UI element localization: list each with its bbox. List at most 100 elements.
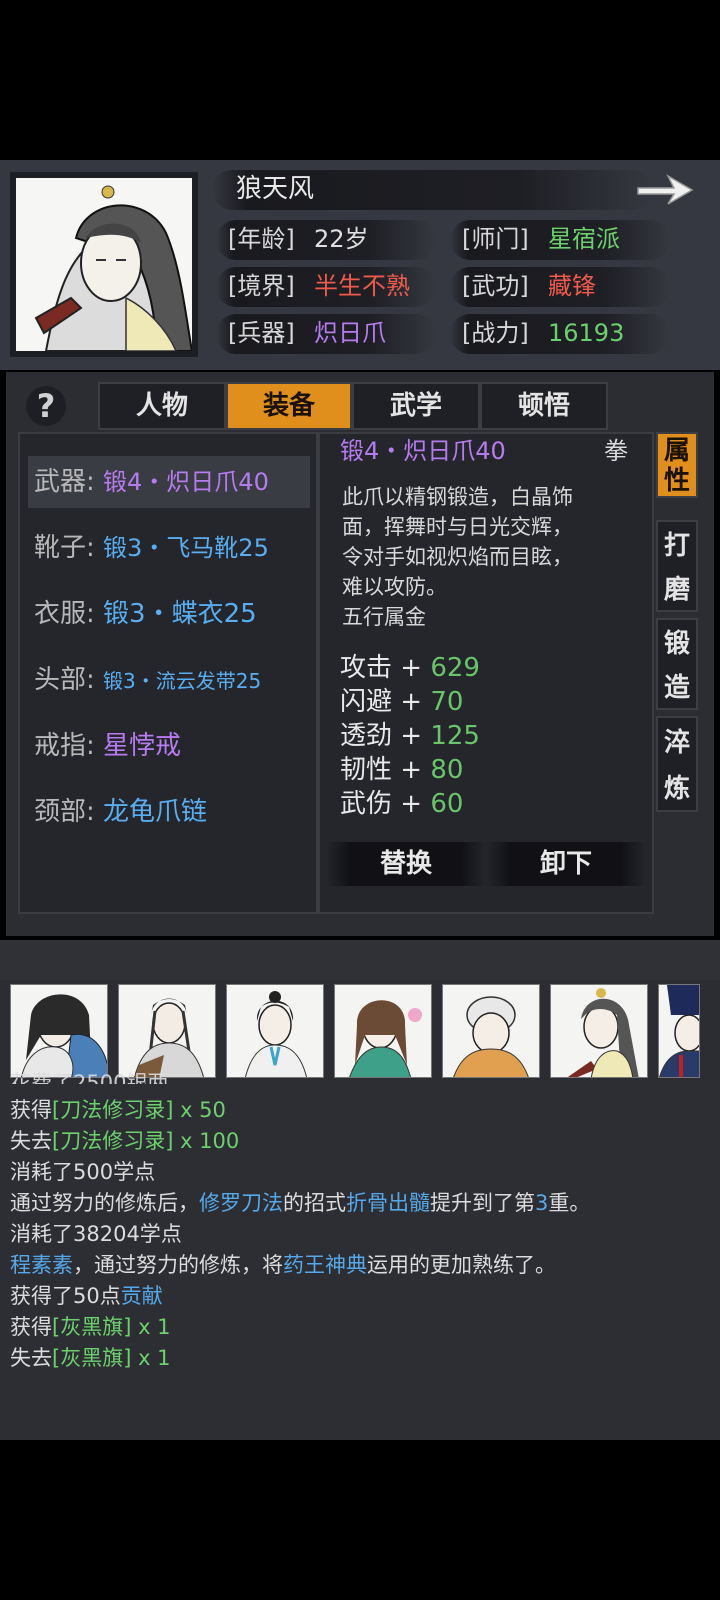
equip-slot-boots[interactable]: 靴子: 锻3・飞马靴25 [28, 522, 310, 574]
tab-enlightenment[interactable]: 顿悟 [480, 382, 608, 430]
log-item: [灰黑旗] [52, 1315, 132, 1339]
party-member-portrait[interactable] [118, 984, 216, 1078]
character-portrait[interactable] [16, 178, 192, 351]
equip-slot-ring[interactable]: 戒指: 星悖戒 [28, 720, 310, 772]
slot-item: 锻3・蝶衣25 [103, 599, 257, 629]
log-count: x 1 [131, 1346, 171, 1370]
log-text: 失去 [10, 1346, 52, 1370]
stat-value: 125 [430, 721, 480, 751]
stat-row: 武伤 + 60 [340, 789, 464, 819]
log-line: 获得[灰黑旗] x 1 [10, 1312, 171, 1342]
slot-label: 颈部: [34, 797, 95, 827]
log-move: 折骨出髓 [346, 1191, 430, 1215]
realm-value: 半生不熟 [314, 272, 410, 300]
stat-value: 80 [430, 755, 464, 785]
stat-value: 60 [430, 789, 464, 819]
age-label: [年龄] [228, 225, 295, 253]
power-label: [战力] [462, 319, 529, 347]
side-tab-char: 炼 [663, 774, 690, 804]
party-member-portrait[interactable] [658, 984, 700, 1078]
stat-row: 透劲 + 125 [340, 721, 480, 751]
panel-gap [0, 940, 720, 980]
log-text: 通过努力的修炼后， [10, 1191, 199, 1215]
side-tab-polish[interactable]: 打 磨 [656, 520, 698, 612]
school-label: [师门] [462, 225, 529, 253]
unequip-button[interactable]: 卸下 [486, 842, 646, 886]
slot-label: 头部: [34, 665, 95, 695]
log-text: 的招式 [283, 1191, 346, 1215]
item-description: 此爪以精钢锻造，白晶饰 面，挥舞时与日光交辉， 令对手如视炽焰而目眩， 难以攻防… [342, 482, 573, 632]
log-text: 获得了50点 [10, 1284, 121, 1308]
party-member-portrait[interactable] [442, 984, 540, 1078]
weapon-label: [兵器] [228, 319, 295, 347]
slot-label: 戒指: [34, 731, 95, 761]
skill-value: 藏锋 [548, 272, 596, 300]
stat-row: 闪避 + 70 [340, 687, 464, 717]
log-line: 失去[灰黑旗] x 1 [10, 1343, 171, 1373]
skill-label: [武功] [462, 272, 529, 300]
stat-row: 攻击 + 629 [340, 653, 480, 683]
log-text: 重。 [548, 1191, 591, 1215]
stat-name: 透劲 [340, 721, 393, 751]
log-line: 花费了2500银两 [10, 1071, 169, 1084]
log-item: [灰黑旗] [52, 1346, 132, 1370]
replace-button[interactable]: 替换 [326, 842, 486, 886]
side-tab-char: 造 [663, 673, 690, 703]
equip-slot-head[interactable]: 头部: 锻3・流云发带25 [28, 654, 310, 706]
slot-item: 锻3・飞马靴25 [103, 534, 269, 562]
log-count: x 100 [173, 1129, 240, 1153]
slot-item: 锻3・流云发带25 [103, 669, 262, 693]
age-value: 22岁 [314, 225, 369, 253]
desc-line: 令对手如视炽焰而目眩， [342, 545, 573, 569]
log-reward: 贡献 [120, 1284, 163, 1308]
character-name: 狼天风 [236, 174, 315, 204]
log-character: 程素素 [10, 1253, 73, 1277]
log-line: 消耗了38204学点 [10, 1222, 182, 1246]
log-line: 获得了50点贡献 [10, 1281, 163, 1311]
item-name: 锻4・炽日爪40 [340, 437, 506, 465]
help-button[interactable]: ? [26, 386, 66, 426]
log-line: 获得[刀法修习录] x 50 [10, 1095, 226, 1125]
party-member-portrait[interactable] [10, 984, 108, 1078]
desc-line: 难以攻防。 [342, 575, 447, 599]
log-skill: 药王神典 [283, 1253, 367, 1277]
equip-slot-clothes[interactable]: 衣服: 锻3・蝶衣25 [28, 588, 310, 640]
log-line: 程素素，通过努力的修炼，将药王神典运用的更加熟练了。 [10, 1250, 556, 1280]
tab-character[interactable]: 人物 [98, 382, 226, 430]
log-line: 通过努力的修炼后，修罗刀法的招式折骨出髓提升到了第3重。 [10, 1188, 590, 1218]
side-tab-forge[interactable]: 锻 造 [656, 618, 698, 710]
equip-slot-weapon[interactable]: 武器: 锻4・炽日爪40 [28, 456, 310, 508]
side-tab-char: 性 [663, 466, 690, 496]
log-level: 3 [535, 1191, 549, 1215]
equip-slot-neck[interactable]: 颈部: 龙龟爪链 [28, 786, 310, 838]
party-member-portrait[interactable] [334, 984, 432, 1078]
log-count: x 50 [173, 1098, 226, 1122]
side-tab-char: 磨 [663, 575, 690, 605]
log-text: 获得 [10, 1315, 52, 1339]
desc-line: 此爪以精钢锻造，白晶饰 [342, 485, 573, 509]
next-arrow-icon[interactable] [634, 170, 696, 210]
log-line: 消耗了500学点 [10, 1160, 156, 1184]
log-text: 失去 [10, 1129, 52, 1153]
log-line: 失去[刀法修习录] x 100 [10, 1126, 239, 1156]
realm-label: [境界] [228, 272, 295, 300]
side-tab-char: 锻 [663, 629, 690, 659]
slot-item: 龙龟爪链 [103, 797, 208, 827]
party-member-portrait[interactable] [226, 984, 324, 1078]
tab-martial-arts[interactable]: 武学 [352, 382, 480, 430]
side-tab-char: 淬 [663, 728, 690, 758]
side-tab-char: 打 [663, 531, 690, 561]
stat-name: 闪避 [340, 687, 393, 717]
tab-equipment[interactable]: 装备 [226, 382, 352, 430]
item-type: 拳 [604, 437, 628, 465]
slot-label: 武器: [34, 467, 95, 497]
side-tab-temper[interactable]: 淬 炼 [656, 716, 698, 812]
slot-item: 星悖戒 [103, 731, 182, 761]
side-tab-attributes[interactable]: 属 性 [656, 432, 698, 498]
stat-value: 629 [430, 653, 480, 683]
log-item: [刀法修习录] [52, 1129, 174, 1153]
party-member-portrait[interactable] [550, 984, 648, 1078]
log-text: 获得 [10, 1098, 52, 1122]
stat-name: 攻击 [340, 653, 393, 683]
log-count: x 1 [131, 1315, 171, 1339]
